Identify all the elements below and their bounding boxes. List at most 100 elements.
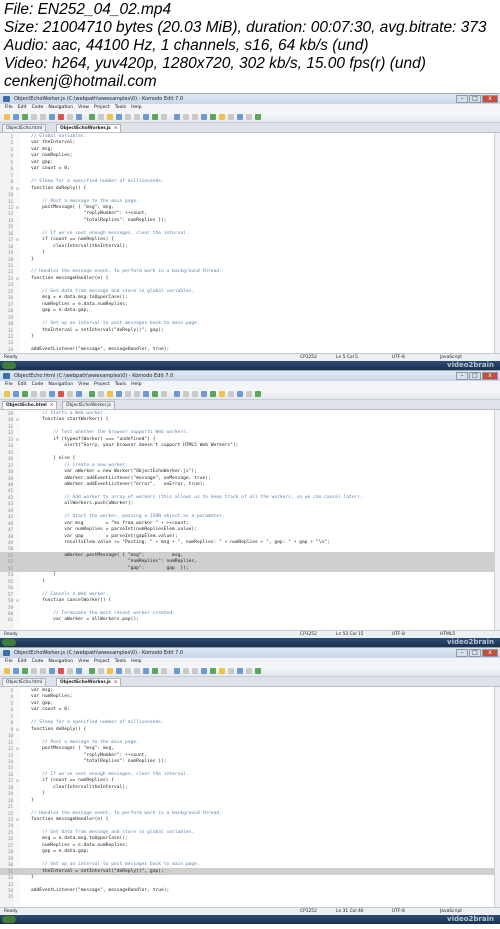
maximize-button[interactable]: □	[469, 649, 481, 657]
toolbar-button-icon[interactable]	[31, 391, 37, 397]
toolbar-button-icon[interactable]	[98, 114, 104, 120]
toolbar-button-icon[interactable]	[134, 114, 140, 120]
toolbar-button-icon[interactable]	[4, 391, 10, 397]
close-button[interactable]: x	[482, 649, 498, 657]
toolbar-button-icon[interactable]	[161, 391, 167, 397]
toolbar-button-icon[interactable]	[67, 668, 73, 674]
vertical-scrollbar[interactable]	[494, 687, 500, 907]
close-tab-icon[interactable]: ×	[114, 126, 118, 131]
toolbar-button-icon[interactable]	[125, 391, 131, 397]
menu-item-file[interactable]: File	[5, 382, 13, 387]
toolbar-button-icon[interactable]	[255, 114, 261, 120]
toolbar-button-icon[interactable]	[183, 391, 189, 397]
toolbar-button-icon[interactable]	[116, 114, 122, 120]
toolbar-button-icon[interactable]	[31, 114, 37, 120]
menu-item-code[interactable]: Code	[32, 659, 44, 664]
editor-tab[interactable]: ObjectEcho.html ×	[2, 401, 58, 409]
start-button[interactable]	[2, 916, 16, 923]
toolbar-button-icon[interactable]	[58, 114, 64, 120]
toolbar-button-icon[interactable]	[161, 668, 167, 674]
toolbar-button-icon[interactable]	[4, 114, 10, 120]
code-line[interactable]: 34 addEventListener("message", messageHan…	[0, 346, 495, 353]
toolbar-button-icon[interactable]	[134, 391, 140, 397]
toolbar-button-icon[interactable]	[98, 668, 104, 674]
toolbar-button-icon[interactable]	[210, 391, 216, 397]
minimize-button[interactable]: –	[456, 95, 468, 103]
toolbar-button-icon[interactable]	[143, 668, 149, 674]
code-editor[interactable]: 1// Global variables. 2 var theInterval; 3 v…	[0, 133, 495, 353]
editor-tab[interactable]: ObjectEchoWorker.js ×	[56, 124, 122, 132]
menu-item-navigation[interactable]: Navigation	[48, 105, 73, 110]
code-editor[interactable]: 29 // Starts a Web worker. 30 ⊟ function s…	[0, 410, 495, 630]
toolbar-button-icon[interactable]	[22, 391, 28, 397]
menu-item-view[interactable]: View	[78, 382, 89, 387]
toolbar-button-icon[interactable]	[246, 391, 252, 397]
menu-item-code[interactable]: Code	[32, 382, 44, 387]
toolbar-button-icon[interactable]	[116, 391, 122, 397]
toolbar-button-icon[interactable]	[40, 391, 46, 397]
toolbar-button-icon[interactable]	[255, 391, 261, 397]
toolbar-button-icon[interactable]	[174, 114, 180, 120]
toolbar-button-icon[interactable]	[183, 668, 189, 674]
toolbar-button-icon[interactable]	[228, 114, 234, 120]
toolbar-button-icon[interactable]	[4, 668, 10, 674]
code-line[interactable]: 61 var aWorker = allWorkers.pop();	[0, 616, 495, 623]
close-tab-icon[interactable]: ×	[50, 403, 54, 408]
toolbar-button-icon[interactable]	[76, 668, 82, 674]
toolbar-button-icon[interactable]	[201, 114, 207, 120]
toolbar-button-icon[interactable]	[210, 114, 216, 120]
toolbar-button-icon[interactable]	[67, 391, 73, 397]
menu-item-edit[interactable]: Edit	[18, 382, 27, 387]
vertical-scrollbar[interactable]	[494, 410, 500, 630]
menu-item-help[interactable]: Help	[131, 105, 141, 110]
menu-item-view[interactable]: View	[78, 105, 89, 110]
menu-item-project[interactable]: Project	[94, 659, 110, 664]
toolbar-button-icon[interactable]	[219, 668, 225, 674]
toolbar-button-icon[interactable]	[49, 668, 55, 674]
toolbar-button-icon[interactable]	[49, 114, 55, 120]
toolbar-button-icon[interactable]	[58, 668, 64, 674]
toolbar-button-icon[interactable]	[125, 114, 131, 120]
editor-tab[interactable]: ObjectEchoWorker.js	[62, 401, 115, 409]
menu-item-view[interactable]: View	[78, 659, 89, 664]
menu-item-navigation[interactable]: Navigation	[48, 382, 73, 387]
toolbar-button-icon[interactable]	[192, 114, 198, 120]
toolbar-button-icon[interactable]	[210, 668, 216, 674]
minimize-button[interactable]: –	[456, 649, 468, 657]
toolbar-button-icon[interactable]	[183, 114, 189, 120]
toolbar-button-icon[interactable]	[13, 668, 19, 674]
start-button[interactable]	[2, 639, 16, 646]
menu-item-file[interactable]: File	[5, 105, 13, 110]
toolbar-button-icon[interactable]	[22, 668, 28, 674]
toolbar-button-icon[interactable]	[31, 668, 37, 674]
toolbar-button-icon[interactable]	[143, 391, 149, 397]
menu-item-project[interactable]: Project	[94, 382, 110, 387]
toolbar-button-icon[interactable]	[237, 668, 243, 674]
toolbar-button-icon[interactable]	[246, 668, 252, 674]
toolbar-button-icon[interactable]	[228, 391, 234, 397]
toolbar-button-icon[interactable]	[237, 391, 243, 397]
toolbar-button-icon[interactable]	[201, 668, 207, 674]
toolbar-button-icon[interactable]	[152, 114, 158, 120]
menu-item-code[interactable]: Code	[32, 105, 44, 110]
menu-item-project[interactable]: Project	[94, 105, 110, 110]
toolbar-button-icon[interactable]	[76, 114, 82, 120]
toolbar-button-icon[interactable]	[161, 114, 167, 120]
code-line[interactable]: 35	[0, 893, 495, 900]
toolbar-button-icon[interactable]	[237, 114, 243, 120]
toolbar-button-icon[interactable]	[174, 391, 180, 397]
toolbar-button-icon[interactable]	[219, 391, 225, 397]
toolbar-button-icon[interactable]	[143, 114, 149, 120]
toolbar-button-icon[interactable]	[107, 114, 113, 120]
minimize-button[interactable]: –	[456, 372, 468, 380]
menu-item-help[interactable]: Help	[131, 382, 141, 387]
toolbar-button-icon[interactable]	[246, 114, 252, 120]
toolbar-button-icon[interactable]	[89, 668, 95, 674]
close-tab-icon[interactable]: ×	[114, 680, 118, 685]
toolbar-button-icon[interactable]	[192, 668, 198, 674]
close-button[interactable]: x	[482, 95, 498, 103]
close-button[interactable]: x	[482, 372, 498, 380]
toolbar-button-icon[interactable]	[13, 391, 19, 397]
editor-tab[interactable]: ObjectEcho.html	[2, 678, 47, 686]
toolbar-button-icon[interactable]	[174, 668, 180, 674]
